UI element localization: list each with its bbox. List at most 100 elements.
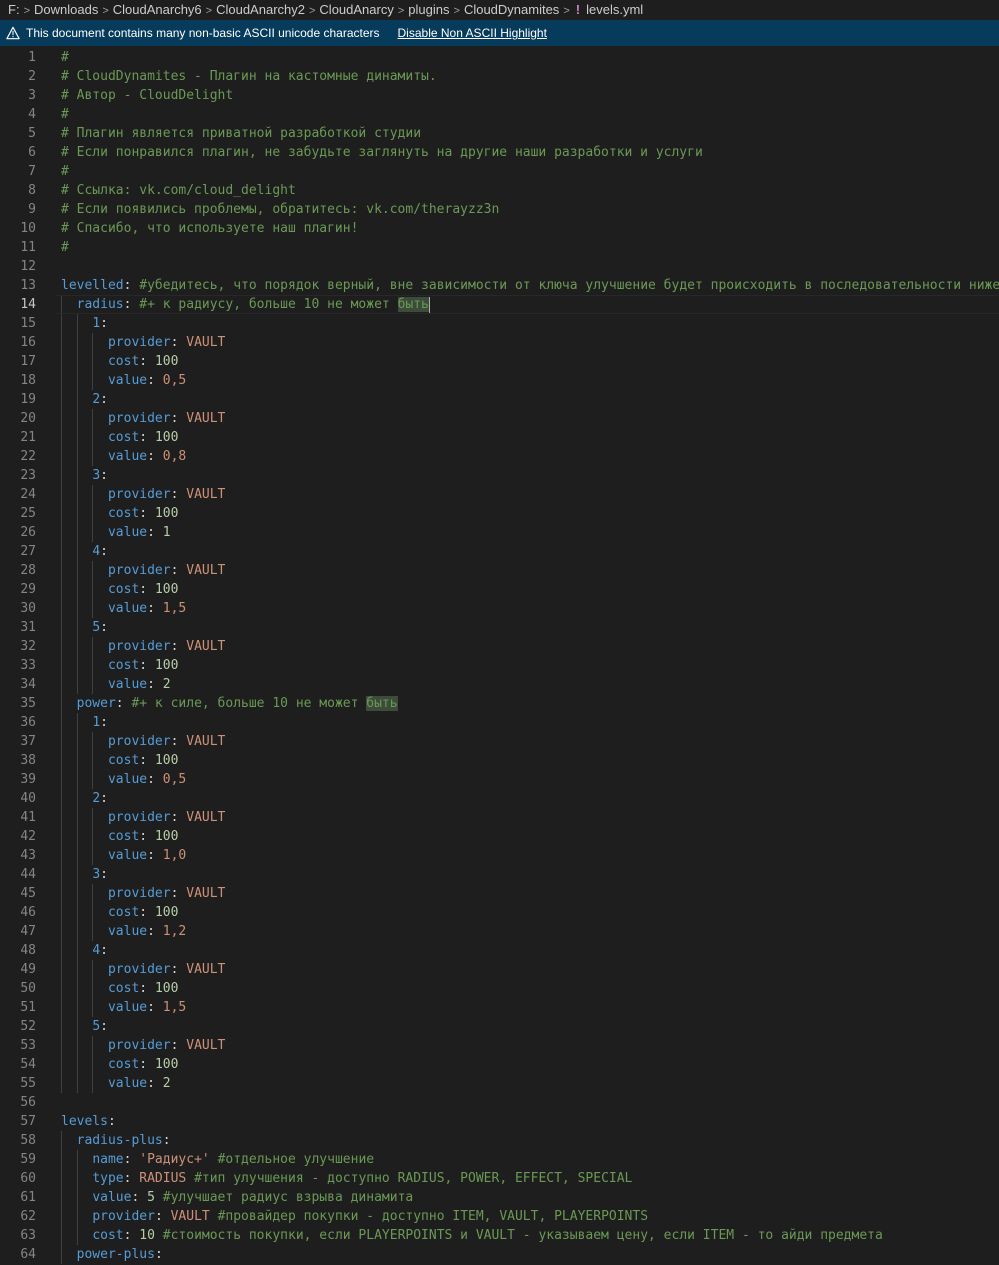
code-line[interactable]: 3 # Автор - CloudDelight <box>0 86 999 105</box>
code-line[interactable]: 5 # Плагин является приватной разработкой… <box>0 124 999 143</box>
code-line[interactable]: 11 # <box>0 238 999 257</box>
breadcrumb-item[interactable]: F: <box>8 2 20 17</box>
punctuation <box>61 772 108 787</box>
code-line[interactable]: 51 value: 1,5 <box>0 998 999 1017</box>
punctuation: : <box>154 1209 171 1224</box>
code-line[interactable]: 50 cost: 100 <box>0 979 999 998</box>
code-line[interactable]: 6 # Если понравился плагин, не забудьте з… <box>0 143 999 162</box>
indent-guide <box>61 656 62 675</box>
code-line[interactable]: 19 2: <box>0 390 999 409</box>
code-line[interactable]: 56 <box>0 1093 999 1112</box>
code-line[interactable]: 34 value: 2 <box>0 675 999 694</box>
comment: #+ к силе, больше 10 не может <box>131 696 367 711</box>
breadcrumb-item[interactable]: CloudAnarcy <box>319 2 393 17</box>
code-line[interactable]: 9 # Если появились проблемы, обратитесь: … <box>0 200 999 219</box>
code-line[interactable]: 1 # <box>0 48 999 67</box>
code-line[interactable]: 29 cost: 100 <box>0 580 999 599</box>
line-number: 43 <box>20 848 36 863</box>
code-line[interactable]: 27 4: <box>0 542 999 561</box>
line-number: 48 <box>20 943 36 958</box>
code-line[interactable]: 25 cost: 100 <box>0 504 999 523</box>
breadcrumb-file[interactable]: levels.yml <box>586 2 643 17</box>
code-line[interactable]: 57 levels: <box>0 1112 999 1131</box>
code-line[interactable]: 49 provider: VAULT <box>0 960 999 979</box>
code-line[interactable]: 45 provider: VAULT <box>0 884 999 903</box>
indent-guide <box>76 542 78 561</box>
punctuation <box>61 487 108 502</box>
indent-guide <box>92 447 94 466</box>
number-value: 5 <box>147 1190 155 1205</box>
code-line[interactable]: 7 # <box>0 162 999 181</box>
code-line[interactable]: 40 2: <box>0 789 999 808</box>
code-line[interactable]: 4 # <box>0 105 999 124</box>
string-value: VAULT <box>186 563 226 578</box>
code-line[interactable]: 48 4: <box>0 941 999 960</box>
code-line[interactable]: 24 provider: VAULT <box>0 485 999 504</box>
code-line[interactable]: 22 value: 0,8 <box>0 447 999 466</box>
disable-highlight-link[interactable]: Disable Non ASCII Highlight <box>398 20 547 46</box>
code-line[interactable]: 46 cost: 100 <box>0 903 999 922</box>
code-line[interactable]: 60 type: RADIUS #тип улучшения - доступн… <box>0 1169 999 1188</box>
code-line[interactable]: 2 # CloudDynamites - Плагин на кастомные … <box>0 67 999 86</box>
code-editor[interactable]: 1 #2 # CloudDynamites - Плагин на кастомны… <box>0 46 999 1264</box>
code-line[interactable]: 52 5: <box>0 1017 999 1036</box>
code-line[interactable]: 58 radius-plus: <box>0 1131 999 1150</box>
code-line[interactable]: 30 value: 1,5 <box>0 599 999 618</box>
yaml-key: cost <box>107 354 140 369</box>
code-line[interactable]: 43 value: 1,0 <box>0 846 999 865</box>
code-line[interactable]: 55 value: 2 <box>0 1074 999 1093</box>
code-line[interactable]: 38 cost: 100 <box>0 751 999 770</box>
breadcrumb-item[interactable]: plugins <box>408 2 449 17</box>
yaml-key: 3 <box>92 468 101 483</box>
breadcrumb-item[interactable]: Downloads <box>34 2 98 17</box>
code-line[interactable]: 35 power: #+ к силе, больше 10 не может … <box>0 694 999 713</box>
punctuation: : <box>100 392 108 407</box>
string-value: 1,5 <box>162 601 187 616</box>
code-line[interactable]: 42 cost: 100 <box>0 827 999 846</box>
code-line[interactable]: 53 provider: VAULT <box>0 1036 999 1055</box>
code-line[interactable]: 59 name: 'Радиус+' #отдельное улучшение <box>0 1150 999 1169</box>
code-line[interactable]: 18 value: 0,5 <box>0 371 999 390</box>
comment: #стоимость покупки, если PLAYERPOINTS и … <box>162 1228 883 1243</box>
breadcrumb-item[interactable]: CloudAnarchy6 <box>113 2 202 17</box>
code-line[interactable]: 62 provider: VAULT #провайдер покупки - … <box>0 1207 999 1226</box>
code-line[interactable]: 33 cost: 100 <box>0 656 999 675</box>
number-value: 1 <box>162 525 171 540</box>
line-number: 12 <box>20 259 36 274</box>
code-line[interactable]: 17 cost: 100 <box>0 352 999 371</box>
yaml-key: provider <box>107 639 171 654</box>
code-line[interactable]: 39 value: 0,5 <box>0 770 999 789</box>
code-line[interactable]: 36 1: <box>0 713 999 732</box>
line-number: 31 <box>20 620 36 635</box>
code-line[interactable]: 32 provider: VAULT <box>0 637 999 656</box>
breadcrumb-item[interactable]: CloudAnarchy2 <box>216 2 305 17</box>
code-line[interactable]: 28 provider: VAULT <box>0 561 999 580</box>
code-line[interactable]: 21 cost: 100 <box>0 428 999 447</box>
code-line[interactable]: 61 value: 5 #улучшает радиус взрыва дина… <box>0 1188 999 1207</box>
punctuation: : <box>147 677 163 692</box>
code-line[interactable]: 12 <box>0 257 999 276</box>
code-line[interactable]: 64 power-plus: <box>0 1245 999 1264</box>
breadcrumb-item[interactable]: CloudDynamites <box>464 2 559 17</box>
code-line[interactable]: 47 value: 1,2 <box>0 922 999 941</box>
code-line[interactable]: 10 # Спасибо, что используете наш плагин! <box>0 219 999 238</box>
code-line[interactable]: 23 3: <box>0 466 999 485</box>
code-line[interactable]: 14 radius: #+ к радиусу, больше 10 не мо… <box>0 295 999 314</box>
indent-guide <box>76 789 78 808</box>
code-line[interactable]: 13 levelled: #убедитесь, что порядок верн… <box>0 276 999 295</box>
code-line[interactable]: 15 1: <box>0 314 999 333</box>
code-line[interactable]: 37 provider: VAULT <box>0 732 999 751</box>
yaml-key: radius-plus <box>76 1133 163 1148</box>
code-line[interactable]: 63 cost: 10 #стоимость покупки, если PLA… <box>0 1226 999 1245</box>
code-line[interactable]: 26 value: 1 <box>0 523 999 542</box>
indent-guide <box>76 485 78 504</box>
code-line[interactable]: 54 cost: 100 <box>0 1055 999 1074</box>
code-line[interactable]: 44 3: <box>0 865 999 884</box>
code-line[interactable]: 31 5: <box>0 618 999 637</box>
code-line[interactable]: 16 provider: VAULT <box>0 333 999 352</box>
punctuation <box>155 1228 163 1243</box>
indent-guide <box>76 960 78 979</box>
code-line[interactable]: 8 # Ссылка: vk.com/cloud_delight <box>0 181 999 200</box>
code-line[interactable]: 41 provider: VAULT <box>0 808 999 827</box>
code-line[interactable]: 20 provider: VAULT <box>0 409 999 428</box>
